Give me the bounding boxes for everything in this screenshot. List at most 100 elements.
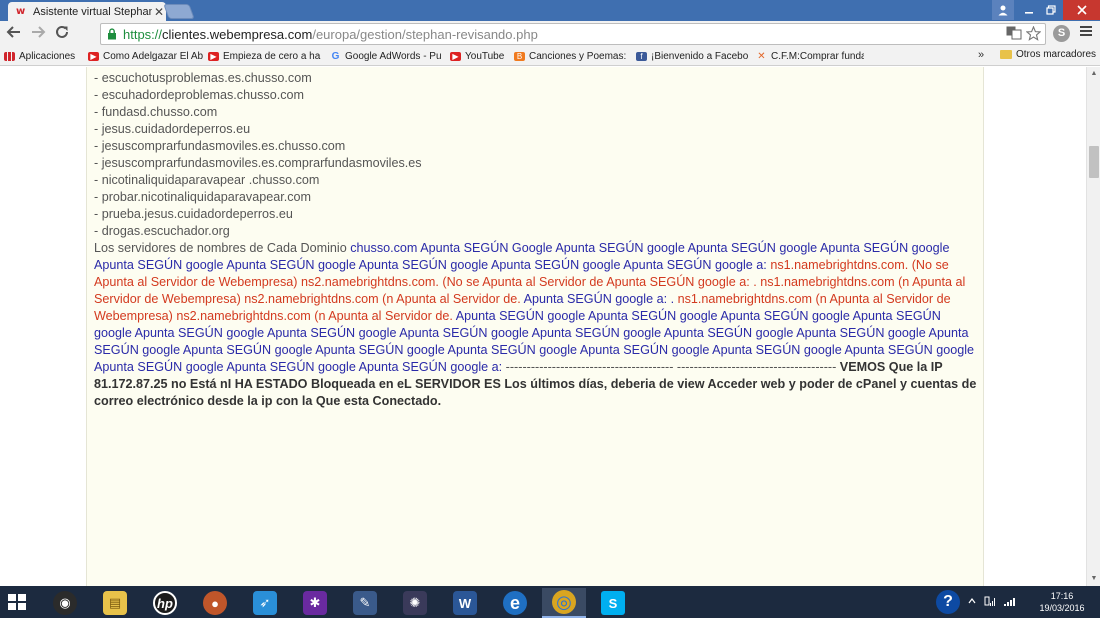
subdomain-list-item: - probar.nicotinaliquidaparavapear.com	[94, 190, 312, 204]
other-bookmarks-folder[interactable]: Otros marcadores	[1000, 49, 1096, 60]
lock-icon	[107, 27, 119, 41]
bookmark-label: ¡Bienvenido a Facebo	[651, 50, 749, 62]
browser-tab[interactable]: w Asistente virtual Stephan ✕	[8, 2, 166, 21]
clock-time: 17:16	[1050, 591, 1074, 601]
blogger-icon: B	[514, 51, 525, 61]
clock-date: 19/03/2016	[1039, 603, 1085, 613]
subdomain-list-item: - drogas.escuchador.org	[94, 224, 230, 238]
bookmark-label: YouTube	[465, 50, 505, 62]
youtube-icon: ▶	[450, 51, 461, 61]
subdomain-list-item: - fundasd.chusso.com	[94, 105, 218, 119]
url-path: /europa/gestion/stephan-revisando.php	[312, 26, 538, 42]
chrome-menu-icon[interactable]	[1077, 24, 1095, 44]
bookmark-item[interactable]: ▶ YouTube	[446, 51, 510, 62]
scrollbar-thumb[interactable]	[1089, 146, 1099, 178]
url-scheme: https://	[123, 26, 163, 42]
bookmarks-bar: Aplicaciones ▶ Como Adelgazar El Ab ▶ Empi…	[0, 47, 1100, 66]
restore-icon[interactable]	[1040, 0, 1062, 20]
subdomain-list-item: - nicotinaliquidaparavapear .chusso.com	[94, 173, 320, 187]
subdomain-list-item: - jesuscomprarfundasmoviles.es.chusso.co…	[94, 139, 346, 153]
taskbar-clock[interactable]: 17:16 19/03/2016	[1034, 590, 1090, 614]
taskbar-app[interactable]: S	[591, 588, 635, 618]
folder-icon	[1000, 50, 1012, 59]
bookmark-item[interactable]: f ¡Bienvenido a Facebo	[632, 51, 752, 62]
scroll-down-arrow-icon[interactable]: ▼	[1087, 572, 1100, 586]
taskbar-app[interactable]: ●	[193, 588, 237, 618]
taskbar-app[interactable]: ✎	[343, 588, 387, 618]
webempresa-favicon-icon: w	[16, 5, 26, 17]
internet-explorer-icon: e	[503, 591, 527, 615]
tab-title: Asistente virtual Stephan	[33, 5, 152, 18]
taskbar-app[interactable]: ▤	[93, 588, 137, 618]
minimize-icon[interactable]	[1018, 0, 1040, 20]
media-player-icon: ◉	[53, 591, 77, 615]
message-content: - escuchotusproblemas.es.chusso.com - es…	[94, 70, 978, 410]
bookmark-item[interactable]: G Google AdWords - Pu	[326, 51, 446, 62]
taskbar-app[interactable]: W	[443, 588, 487, 618]
taskbar-app[interactable]: e	[493, 588, 537, 618]
bookmark-item[interactable]: ▶ Empieza de cero a ha	[204, 51, 326, 62]
other-bookmarks-label: Otros marcadores	[1016, 49, 1097, 60]
subdomain-list-item: - jesuscomprarfundasmoviles.es.comprarfu…	[94, 156, 422, 170]
content-panel: - escuchotusproblemas.es.chusso.com - es…	[86, 67, 984, 586]
word-icon: W	[453, 591, 477, 615]
windows-start-icon[interactable]	[8, 594, 26, 610]
google-icon: G	[331, 50, 340, 62]
pinwheel-icon: ✺	[403, 591, 427, 615]
bookmark-apps[interactable]: Aplicaciones	[0, 51, 84, 62]
tray-expand-icon[interactable]	[968, 597, 976, 608]
taskbar-app-chrome-active[interactable]: ◎	[542, 588, 586, 618]
skype-icon: S	[601, 591, 625, 615]
network-icon[interactable]	[984, 595, 996, 610]
bookmark-label: Como Adelgazar El Ab	[103, 50, 204, 62]
nameserver-paragraph: Los servidores de nombres de Cada Domini…	[94, 240, 978, 410]
user-profile-icon[interactable]	[992, 0, 1014, 20]
forward-arrow-icon[interactable]	[28, 24, 48, 44]
bookmark-label: Google AdWords - Pu	[345, 50, 442, 62]
windows-taskbar: ◉ ▤ hp ● ➶ ✱ ✎ ✺ W e ◎ S ? 17:16 19/03/2…	[0, 586, 1100, 618]
subdomain-list-item: - escuhadordeproblemas.chusso.com	[94, 88, 305, 102]
bookmark-star-icon[interactable]	[1025, 25, 1042, 44]
scroll-up-arrow-icon[interactable]: ▲	[1087, 67, 1100, 81]
address-bar[interactable]: https://clientes.webempresa.com/europa/g…	[100, 23, 1046, 45]
back-arrow-icon[interactable]	[4, 24, 24, 44]
taskbar-app[interactable]: ➶	[243, 588, 287, 618]
file-explorer-icon: ▤	[103, 591, 127, 615]
apps-grid-icon	[4, 51, 15, 61]
reload-icon[interactable]	[52, 24, 72, 44]
youtube-icon: ▶	[88, 51, 99, 61]
taskbar-app[interactable]: ✱	[293, 588, 337, 618]
translate-icon[interactable]	[1006, 26, 1022, 44]
chrome-icon: ◎	[552, 590, 576, 614]
facebook-icon: f	[636, 51, 647, 61]
vertical-scrollbar[interactable]: ▲ ▼	[1086, 67, 1100, 586]
hp-icon: hp	[153, 591, 177, 615]
cfm-icon: ✕	[757, 50, 766, 62]
system-tray: ?	[936, 586, 1016, 618]
subdomain-list-item: - jesus.cuidadordeperros.eu	[94, 122, 251, 136]
paragraph-segment: ----------------------------------------…	[505, 360, 840, 374]
subdomain-list-item: - escuchotusproblemas.es.chusso.com	[94, 71, 312, 85]
bookmark-label: Aplicaciones	[19, 50, 76, 62]
taskbar-app[interactable]: hp	[143, 588, 187, 618]
more-bookmarks-chevron-icon[interactable]: »	[978, 49, 984, 61]
subdomain-list-item: - prueba.jesus.cuidadordeperros.eu	[94, 207, 293, 221]
paragraph-segment: Apunta SEGÚN google a: .	[523, 292, 678, 306]
paragraph-segment: Los servidores de nombres de Cada Domini…	[94, 241, 351, 255]
paint-palette-icon: ✎	[353, 591, 377, 615]
youtube-icon: ▶	[208, 51, 219, 61]
new-tab-button[interactable]	[163, 4, 195, 19]
window-close-icon[interactable]	[1063, 0, 1100, 20]
taskbar-app[interactable]: ◉	[43, 588, 87, 618]
bookmark-label: C.F.M:Comprar funda	[771, 50, 864, 62]
skype-extension-icon[interactable]: S	[1053, 25, 1070, 42]
signal-bars-icon[interactable]	[1004, 596, 1016, 609]
bookmark-item[interactable]: ▶ Como Adelgazar El Ab	[84, 51, 204, 62]
page-viewport: - escuchotusproblemas.es.chusso.com - es…	[0, 67, 1086, 586]
help-icon[interactable]: ?	[936, 590, 960, 614]
bookmark-label: Canciones y Poemas:	[529, 50, 627, 62]
bookmark-item[interactable]: B Canciones y Poemas:	[510, 51, 632, 62]
url-host: clientes.webempresa.com	[162, 26, 313, 42]
taskbar-app[interactable]: ✺	[393, 588, 437, 618]
bookmark-item[interactable]: ✕ C.F.M:Comprar funda	[752, 51, 864, 62]
